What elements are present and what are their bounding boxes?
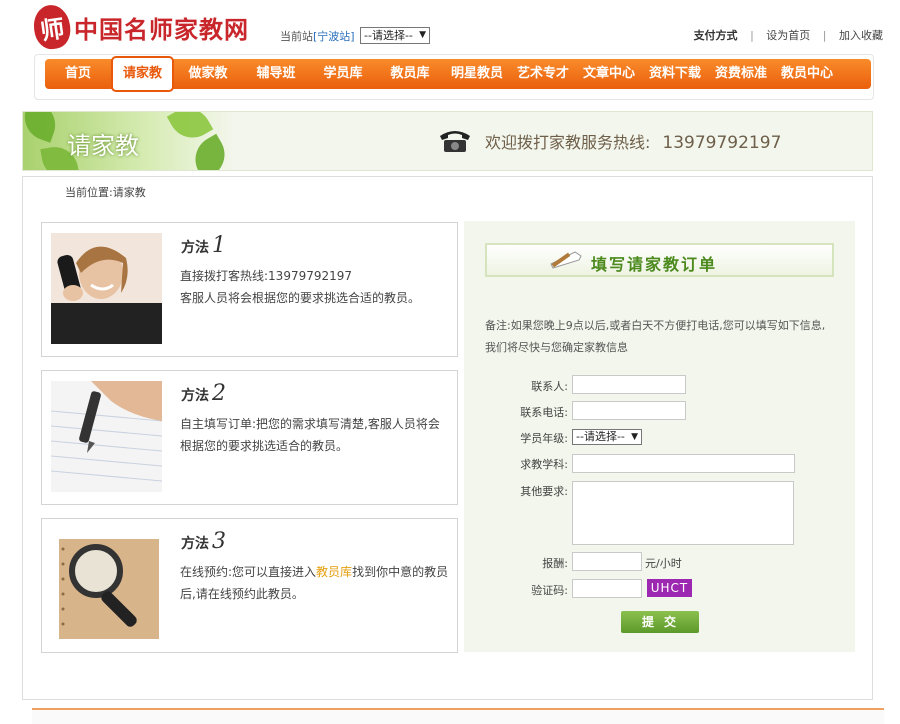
- method-text: 在线预约:您可以直接进入: [180, 565, 317, 579]
- captcha-image[interactable]: UHCT: [647, 579, 692, 597]
- nav-item-fees[interactable]: 资费标准: [708, 59, 774, 89]
- pay-unit: 元/小时: [645, 557, 682, 570]
- hotline-label: 欢迎拨打家教服务热线:: [485, 133, 651, 152]
- method-number: 3: [212, 529, 226, 554]
- chevron-down-icon: ▼: [419, 30, 426, 40]
- method-description: 在线预约:您可以直接进入教员库找到你中意的教员后,请在线预约此教员。: [180, 561, 450, 605]
- method-title-text: 方法: [181, 388, 209, 404]
- method-title-text: 方法: [181, 536, 209, 552]
- method-line-1: 直接拨打客热线:13979792197: [180, 269, 353, 283]
- banner-title: 请家教: [67, 132, 139, 160]
- tutor-db-link[interactable]: 教员库: [316, 565, 352, 579]
- method-line-2: 客服人员将会根据您的要求挑选合适的教员。: [180, 291, 421, 305]
- nav-item-star-tutors[interactable]: 明星教员: [444, 59, 510, 89]
- nav-item-tutor-db[interactable]: 教员库: [376, 59, 444, 89]
- nav-item-downloads[interactable]: 资料下载: [642, 59, 708, 89]
- method-card-2: 方法 2 自主填写订单:把您的需求填写清楚,客服人员将会根据您的要求挑选适合的教员…: [41, 370, 458, 505]
- header: 师 中国名师家教网 当前站[宁波站] --请选择-- ▼ 支付方式 | 设为首页…: [0, 0, 900, 54]
- method-line-1: 自主填写订单:把您的需求填写清楚,客服人员将会根据您的要求挑选适合的教员。: [180, 417, 440, 453]
- other-label: 其他要求:: [520, 485, 568, 498]
- method-title: 方法 1: [181, 233, 226, 258]
- submit-button[interactable]: 提交: [621, 611, 699, 633]
- phone-call-image: [51, 233, 162, 344]
- phone-label: 联系电话:: [520, 406, 568, 419]
- telephone-icon: [440, 131, 470, 152]
- grade-select[interactable]: --请选择-- ▼: [572, 429, 642, 445]
- nav-item-request-tutor[interactable]: 请家教: [111, 56, 174, 92]
- captcha-label: 验证码:: [531, 584, 568, 597]
- site-logo[interactable]: 师 中国名师家教网: [31, 2, 249, 52]
- separator: |: [750, 29, 754, 42]
- set-homepage-link[interactable]: 设为首页: [766, 29, 810, 42]
- nav-item-art-talent[interactable]: 艺术专才: [510, 59, 576, 89]
- method-description: 直接拨打客热线:13979792197 客服人员将会根据您的要求挑选合适的教员。: [180, 265, 450, 309]
- footer-divider: [32, 708, 884, 724]
- pay-input[interactable]: [572, 552, 642, 571]
- method-title: 方法 3: [181, 529, 226, 554]
- top-links: 支付方式 | 设为首页 | 加入收藏: [694, 27, 883, 43]
- station-label: 当前站: [280, 30, 313, 43]
- nav-item-tutor-center[interactable]: 教员中心: [774, 59, 840, 89]
- main-nav: 首页 请家教 做家教 辅导班 学员库 教员库 明星教员 艺术专才 文章中心 资料…: [45, 56, 871, 92]
- page-banner: 请家教 欢迎拨打家教服务热线: 13979792197: [22, 111, 873, 171]
- chevron-down-icon: ▼: [631, 432, 638, 442]
- order-form: 填写请家教订单 备注:如果您晚上9点以后,或者白天不方便打电话,您可以填写如下信…: [464, 221, 855, 652]
- captcha-input[interactable]: [572, 579, 642, 598]
- logo-text: 中国名师家教网: [74, 14, 249, 44]
- method-card-1: 方法 1 直接拨打客热线:13979792197 客服人员将会根据您的要求挑选合适…: [41, 222, 458, 357]
- grade-select-value: --请选择--: [576, 430, 625, 443]
- contact-label: 联系人:: [531, 380, 568, 393]
- method-number: 1: [212, 233, 226, 258]
- grade-label: 学员年级:: [520, 432, 568, 445]
- station-link[interactable]: [宁波站]: [313, 30, 355, 43]
- nav-container: 首页 请家教 做家教 辅导班 学员库 教员库 明星教员 艺术专才 文章中心 资料…: [34, 54, 874, 100]
- main-panel: 当前位置:请家教 方法 1 直接拨打客热线:13979792197 客服人员将会根…: [22, 176, 873, 700]
- phone-input[interactable]: [572, 401, 686, 420]
- subject-label: 求教学科:: [520, 458, 568, 471]
- breadcrumb: 当前位置:请家教: [65, 186, 146, 199]
- method-card-3: 方法 3 在线预约:您可以直接进入教员库找到你中意的教员后,请在线预约此教员。: [41, 518, 458, 653]
- separator: |: [822, 29, 827, 42]
- leaf-icon: [186, 133, 234, 170]
- nav-item-classes[interactable]: 辅导班: [242, 59, 310, 89]
- current-station: 当前站[宁波站]: [280, 28, 355, 44]
- logo-mark: 师: [31, 2, 73, 52]
- nav-item-become-tutor[interactable]: 做家教: [174, 59, 242, 89]
- leaf-icon: [23, 112, 62, 143]
- form-note: 备注:如果您晚上9点以后,或者白天不方便打电话,您可以填写如下信息,我们将尽快与…: [485, 319, 826, 354]
- pen-icon: [550, 251, 582, 269]
- other-textarea[interactable]: [572, 481, 794, 545]
- method-number: 2: [212, 381, 226, 406]
- nav-item-articles[interactable]: 文章中心: [576, 59, 642, 89]
- station-select-value: --请选择--: [364, 29, 413, 42]
- form-title: 填写请家教订单: [591, 255, 718, 274]
- method-title-text: 方法: [181, 240, 209, 256]
- contact-input[interactable]: [572, 375, 686, 394]
- nav-item-student-db[interactable]: 学员库: [310, 59, 376, 89]
- writing-image: [51, 381, 162, 492]
- nav-item-home[interactable]: 首页: [45, 59, 111, 89]
- subject-input[interactable]: [572, 454, 795, 473]
- pay-label: 报酬:: [542, 557, 568, 570]
- form-banner: 填写请家教订单: [485, 243, 834, 277]
- magnifier-image: [51, 529, 162, 640]
- station-select[interactable]: --请选择-- ▼: [360, 27, 430, 44]
- add-favorite-link[interactable]: 加入收藏: [839, 29, 883, 42]
- hotline-number: 13979792197: [662, 133, 782, 153]
- method-description: 自主填写订单:把您的需求填写清楚,客服人员将会根据您的要求挑选适合的教员。: [180, 413, 450, 457]
- method-title: 方法 2: [181, 381, 226, 406]
- payment-link[interactable]: 支付方式: [694, 29, 738, 42]
- hotline: 欢迎拨打家教服务热线: 13979792197: [485, 129, 781, 153]
